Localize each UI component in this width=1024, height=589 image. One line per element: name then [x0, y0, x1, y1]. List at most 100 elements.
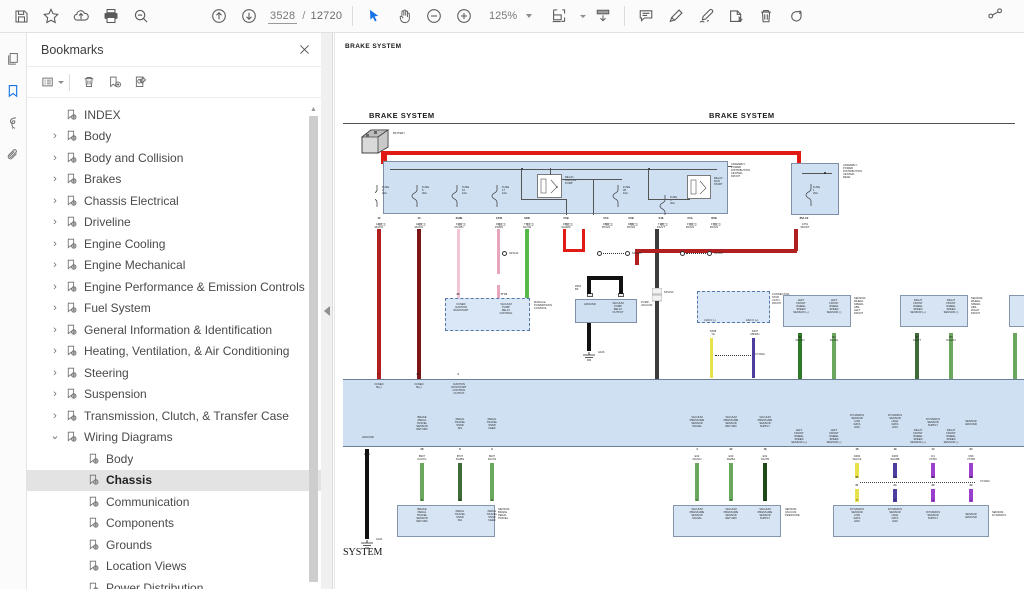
bookmark-item-label: Chassis Electrical	[84, 193, 179, 208]
chevron-right-icon[interactable]: ›	[47, 281, 63, 293]
pedal-conn-1: C	[421, 499, 423, 502]
bookmark-item-fuel-system[interactable]: › Fuel System	[27, 298, 321, 320]
highlight-icon[interactable]	[661, 2, 691, 30]
share-icon[interactable]	[980, 2, 1010, 30]
chevron-right-icon[interactable]: ›	[47, 259, 63, 271]
pump-gnd-down	[587, 323, 591, 351]
bookmark-item-engine-cooling[interactable]: › Engine Cooling	[27, 233, 321, 255]
bookmarks-scrollbar[interactable]: ▲	[309, 104, 318, 587]
zoom-out-icon[interactable]	[419, 2, 449, 30]
bookmark-item-heating-ventilation-air-conditioning[interactable]: › Heating, Ventilation, & Air Conditionin…	[27, 341, 321, 363]
chevron-right-icon[interactable]: ›	[47, 130, 63, 142]
dyn-mid2-2: 24	[893, 484, 897, 487]
bookmark-item-communication[interactable]: Communication	[27, 491, 321, 513]
splice-sp3445-b	[625, 251, 630, 256]
pdc-rear-code: A751 RD/WT	[800, 223, 810, 230]
chevron-right-icon[interactable]: ›	[47, 302, 63, 314]
zoom-level-value: 125%	[489, 10, 518, 22]
bookmark-item-power-distribution[interactable]: Power Distribution	[27, 577, 321, 589]
bookmark-item-body[interactable]: › Body	[27, 126, 321, 148]
save-icon[interactable]	[6, 2, 36, 30]
scrollbar-thumb[interactable]	[309, 116, 318, 582]
bookmark-item-body[interactable]: Body	[27, 448, 321, 470]
chevron-down-icon	[526, 14, 533, 18]
band-label-1: FUSED B(+)	[374, 383, 384, 390]
chevron-right-icon[interactable]: ›	[47, 367, 63, 379]
edit-bookmark-icon[interactable]	[128, 70, 154, 94]
bookmarks-tree[interactable]: INDEX › Body › Body and Collision › Brakes › Cha…	[27, 98, 321, 589]
page-number-input[interactable]: 3528	[268, 9, 298, 24]
pump-ground-wire-h	[587, 276, 623, 280]
bookmark-item-grounds[interactable]: Grounds	[27, 534, 321, 556]
pdc-rear-pin: 85A C2	[799, 217, 809, 220]
bookmark-item-driveline[interactable]: › Driveline	[27, 212, 321, 234]
splice-label-3: SP3447	[714, 252, 724, 255]
relay-coil-lead	[550, 168, 551, 175]
star-icon[interactable]	[36, 2, 66, 30]
can-neg-code: D498 YE	[709, 330, 717, 337]
chevron-right-icon[interactable]: ›	[47, 388, 63, 400]
cloud-upload-icon[interactable]	[66, 2, 96, 30]
bookmark-item-transmission-clutch-transfer-case[interactable]: › Transmission, Clutch, & Transfer Case	[27, 405, 321, 427]
dyn-bottom-4: SENSOR GROUND	[965, 513, 977, 520]
stamp-icon[interactable]	[721, 2, 751, 30]
signature-icon[interactable]	[0, 107, 26, 139]
bookmark-item-body-and-collision[interactable]: › Body and Collision	[27, 147, 321, 169]
search-icon[interactable]	[126, 2, 156, 30]
chevron-right-icon[interactable]: ›	[47, 238, 63, 250]
bookmark-item-location-views[interactable]: Location Views	[27, 556, 321, 578]
page-display-chevron[interactable]	[574, 2, 588, 30]
fuse-label-4: FUSE 17 10A	[502, 186, 510, 196]
next-page-icon[interactable]	[234, 2, 264, 30]
delete-bookmark-icon[interactable]	[76, 70, 102, 94]
chevron-right-icon[interactable]: ›	[47, 324, 63, 336]
collapse-sidebar-handle[interactable]	[321, 33, 333, 589]
chevron-right-icon[interactable]: ›	[47, 173, 63, 185]
chevron-right-icon[interactable]: ›	[47, 410, 63, 422]
bookmark-item-chassis-electrical[interactable]: › Chassis Electrical	[27, 190, 321, 212]
battery-feed-wire	[381, 151, 801, 155]
circuit-code-11: F741 PK/GN	[709, 223, 719, 230]
fit-page-icon[interactable]	[544, 2, 574, 30]
comment-icon[interactable]	[631, 2, 661, 30]
bookmark-item-general-information-identification[interactable]: › General Information & Identification	[27, 319, 321, 341]
dyn-connector-tag: XY200A	[980, 480, 990, 483]
previous-page-icon[interactable]	[204, 2, 234, 30]
close-icon[interactable]	[298, 43, 311, 56]
pan-hand-icon[interactable]	[389, 2, 419, 30]
draw-icon[interactable]	[691, 2, 721, 30]
bookmark-item-suspension[interactable]: › Suspension	[27, 384, 321, 406]
dyn-pin-3: 14	[931, 448, 935, 451]
bookmark-icon[interactable]	[0, 75, 26, 107]
undo-icon[interactable]	[781, 2, 811, 30]
chevron-right-icon[interactable]: ›	[47, 216, 63, 228]
chevron-right-icon[interactable]: ›	[47, 195, 63, 207]
scroll-up-icon[interactable]: ▲	[309, 104, 318, 115]
zoom-level-dropdown[interactable]: 125%	[487, 10, 533, 22]
bookmark-item-components[interactable]: Components	[27, 513, 321, 535]
title-rule	[343, 123, 1015, 124]
delete-icon[interactable]	[751, 2, 781, 30]
bookmark-item-index[interactable]: INDEX	[27, 104, 321, 126]
bookmark-item-brakes[interactable]: › Brakes	[27, 169, 321, 191]
new-bookmark-icon[interactable]	[102, 70, 128, 94]
connector-tag-mid: SP1312	[664, 291, 674, 294]
ground-symbol-g161	[359, 537, 375, 549]
thumbnails-icon[interactable]	[0, 43, 26, 75]
bookmark-item-engine-mechanical[interactable]: › Engine Mechanical	[27, 255, 321, 277]
chevron-right-icon[interactable]: ›	[47, 152, 63, 164]
chevron-down-icon[interactable]: ⌄	[47, 429, 63, 442]
chevron-right-icon[interactable]: ›	[47, 345, 63, 357]
print-icon[interactable]	[96, 2, 126, 30]
document-viewport[interactable]: BRAKE SYSTEM BRAKE SYSTEM BRAKE SYSTEM B…	[334, 33, 1024, 589]
zoom-in-icon[interactable]	[449, 2, 479, 30]
bookmark-item-chassis[interactable]: Chassis	[27, 469, 321, 491]
bookmark-item-steering[interactable]: › Steering	[27, 362, 321, 384]
scroll-mode-icon[interactable]	[588, 2, 618, 30]
splice-sp3447-a	[680, 251, 685, 256]
select-cursor-icon[interactable]	[359, 2, 389, 30]
bookmark-item-wiring-diagrams[interactable]: ⌄ Wiring Diagrams	[27, 427, 321, 449]
bookmark-item-engine-performance-emission-controls[interactable]: › Engine Performance & Emission Controls	[27, 276, 321, 298]
bookmark-options-icon[interactable]	[39, 70, 65, 94]
attachment-icon[interactable]	[0, 139, 26, 171]
